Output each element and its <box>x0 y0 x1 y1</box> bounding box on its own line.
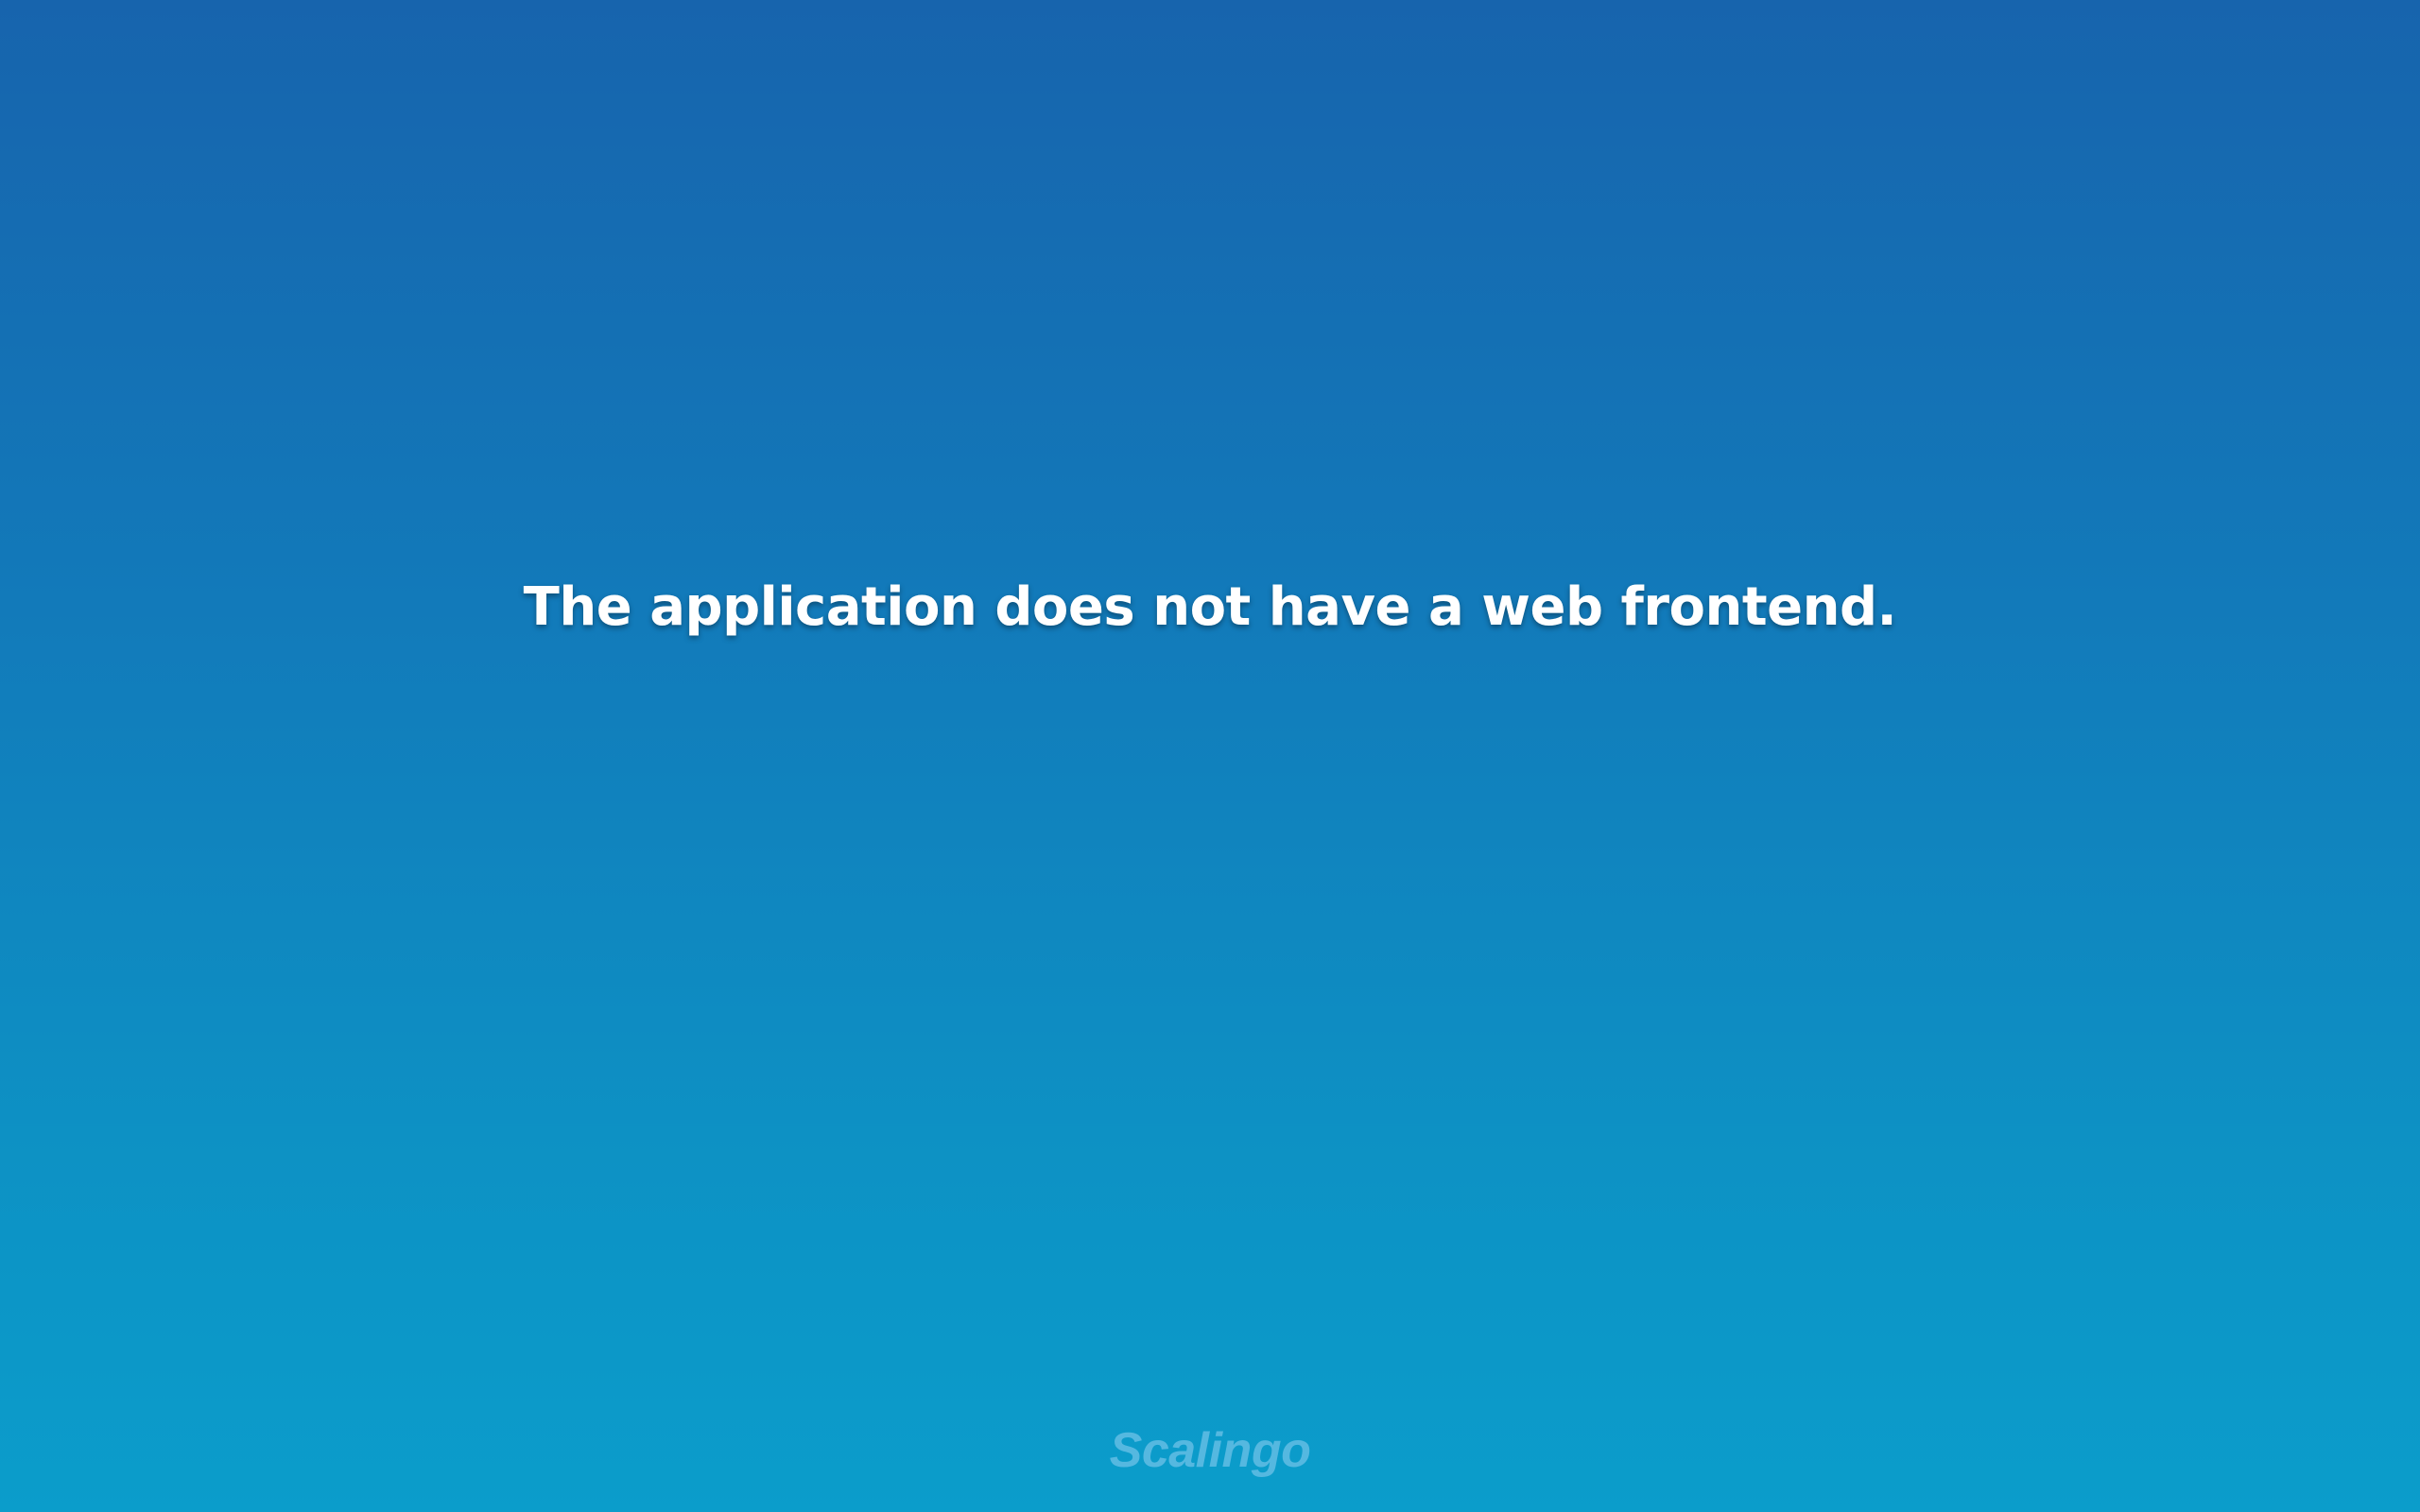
no-frontend-message: The application does not have a web fron… <box>523 576 1897 638</box>
scalingo-logo: Scalingo <box>1109 1423 1311 1478</box>
error-page: The application does not have a web fron… <box>0 0 2420 1512</box>
